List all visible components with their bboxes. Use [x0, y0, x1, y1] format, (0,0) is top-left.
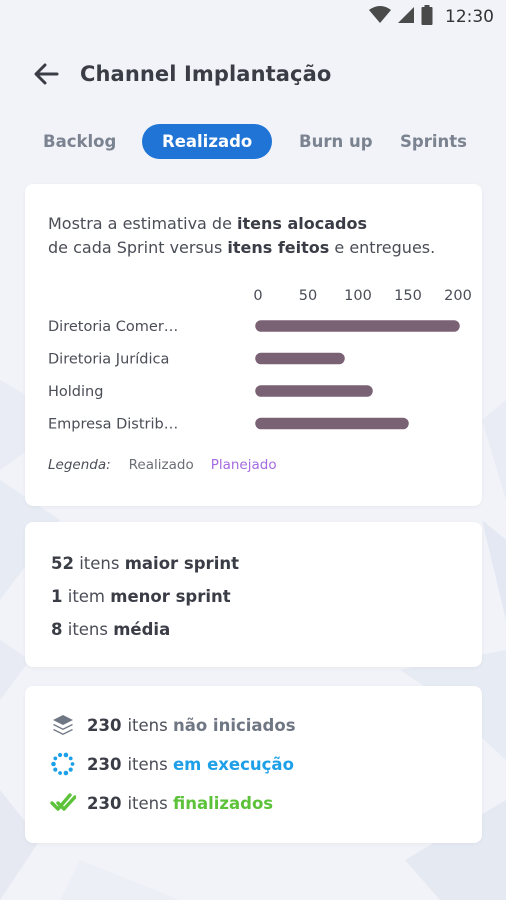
chart-legend: Legenda: Realizado Planejado [48, 457, 277, 473]
page-title: Channel Implantação [80, 62, 332, 86]
tab-burn-up[interactable]: Burn up [299, 132, 373, 151]
status-count: 230 [87, 793, 122, 813]
stat-label: média [113, 620, 171, 639]
stat-smallest-sprint: 1 item menor sprint [51, 587, 231, 606]
battery-icon [421, 5, 433, 29]
chart-card: Mostra a estimativa de itens alocados de… [25, 184, 482, 506]
stat-value: 52 [51, 554, 74, 573]
tab-bar: Backlog Realizado Burn up Sprints [0, 124, 506, 162]
stat-value: 8 [51, 620, 63, 639]
stat-average: 8 itens média [51, 620, 170, 639]
status-finished: 230 itens finalizados [49, 789, 273, 817]
tab-sprints[interactable]: Sprints [400, 132, 467, 151]
status-count: 230 [87, 754, 122, 774]
status-time: 12:30 [445, 7, 494, 27]
stat-label: menor sprint [110, 587, 231, 606]
stat-largest-sprint: 52 itens maior sprint [51, 554, 239, 573]
arrow-left-icon [34, 63, 59, 85]
item-status-card: 230 itens não iniciados 230 itens em execu… [25, 686, 482, 843]
spinner-dot [63, 770, 69, 776]
tab-backlog[interactable]: Backlog [43, 132, 116, 151]
status-count: 230 [87, 715, 122, 735]
status-unit: itens [127, 715, 168, 735]
tab-realizado[interactable]: Realizado [142, 124, 273, 159]
back-button[interactable] [26, 54, 66, 94]
category-label: Holding [48, 384, 103, 400]
legend-planejado[interactable]: Planejado [211, 457, 277, 473]
legend-label: Legenda: [48, 457, 111, 473]
spinner-dot [53, 756, 58, 761]
spinner-dot [68, 767, 73, 772]
category-label: Diretoria Comer… [48, 319, 178, 335]
status-in-progress: 230 itens em execução [49, 750, 294, 778]
stat-label: maior sprint [124, 554, 239, 573]
status-label: finalizados [172, 793, 274, 813]
wifi-icon [369, 6, 391, 28]
status-bar: 12:30 [0, 0, 506, 34]
loading-icon [49, 750, 77, 778]
x-tick-label: 0 [253, 288, 262, 304]
status-unit: itens [127, 793, 168, 813]
stat-unit: itens [73, 554, 125, 573]
cellular-signal-icon [397, 6, 415, 28]
spinner-dot [53, 767, 58, 772]
category-label: Empresa Distrib… [48, 417, 178, 433]
status-unit: itens [127, 754, 168, 774]
spinner-dot [51, 761, 56, 767]
x-tick-label: 200 [444, 288, 472, 304]
x-tick-label: 100 [344, 288, 372, 304]
stat-unit: itens [62, 620, 114, 639]
spinner-dot [70, 762, 75, 766]
spinner-dot [68, 756, 73, 761]
category-label: Diretoria Jurídica [48, 352, 169, 368]
spinner-dot [63, 752, 69, 758]
stat-value: 1 [51, 587, 63, 606]
double-check-icon [49, 789, 77, 817]
spinner-dot [58, 771, 62, 775]
x-tick-label: 50 [299, 288, 317, 304]
status-label: não iniciados [172, 715, 296, 735]
legend-realizado[interactable]: Realizado [129, 457, 194, 473]
status-not-started: 230 itens não iniciados [49, 711, 296, 739]
stat-unit: item [62, 587, 111, 606]
status-label: em execução [172, 754, 294, 774]
layers-icon [49, 711, 77, 739]
app-bar: Channel Implantação [0, 52, 506, 96]
spinner-dot [57, 752, 63, 758]
x-tick-label: 150 [394, 288, 422, 304]
sprint-stats-card: 52 itens maior sprint 1 item menor sprin… [25, 522, 482, 667]
